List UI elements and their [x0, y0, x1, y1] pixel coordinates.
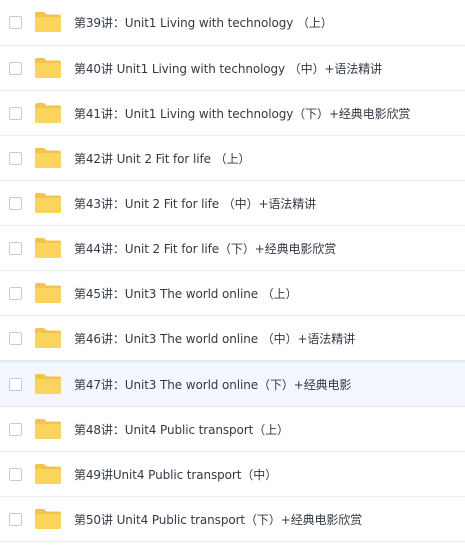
file-name[interactable]: 第43讲：Unit 2 Fit for life （中）+语法精讲	[74, 195, 316, 212]
file-row[interactable]: 第47讲：Unit3 The world online（下）+经典电影	[0, 361, 465, 407]
file-row[interactable]: 第46讲：Unit3 The world online （中）+语法精讲	[0, 316, 465, 361]
file-row[interactable]: 第41讲：Unit1 Living with technology（下）+经典电…	[0, 91, 465, 136]
file-name[interactable]: 第40讲 Unit1 Living with technology （中）+语法…	[74, 60, 382, 77]
file-list: 第39讲：Unit1 Living with technology （上） 第4…	[0, 0, 465, 542]
folder-icon	[35, 238, 61, 258]
checkbox-icon[interactable]	[9, 107, 22, 120]
folder-icon	[35, 419, 61, 439]
checkbox-icon[interactable]	[9, 513, 22, 526]
file-row[interactable]: 第49讲Unit4 Public transport（中）	[0, 452, 465, 497]
checkbox-icon[interactable]	[9, 287, 22, 300]
folder-icon	[35, 193, 61, 213]
checkbox-icon[interactable]	[9, 332, 22, 345]
file-name[interactable]: 第41讲：Unit1 Living with technology（下）+经典电…	[74, 105, 410, 122]
checkbox-icon[interactable]	[9, 197, 22, 210]
file-name[interactable]: 第45讲：Unit3 The world online （上）	[74, 285, 298, 302]
file-name[interactable]: 第50讲 Unit4 Public transport（下）+经典电影欣赏	[74, 511, 362, 528]
file-row[interactable]: 第44讲：Unit 2 Fit for life（下）+经典电影欣赏	[0, 226, 465, 271]
folder-icon	[35, 464, 61, 484]
checkbox-icon[interactable]	[9, 16, 22, 29]
file-row[interactable]: 第45讲：Unit3 The world online （上）	[0, 271, 465, 316]
file-row[interactable]: 第48讲：Unit4 Public transport（上）	[0, 407, 465, 452]
checkbox-icon[interactable]	[9, 468, 22, 481]
file-row[interactable]: 第50讲 Unit4 Public transport（下）+经典电影欣赏	[0, 497, 465, 542]
file-row[interactable]: 第39讲：Unit1 Living with technology （上）	[0, 0, 465, 46]
folder-icon	[35, 103, 61, 123]
file-row[interactable]: 第40讲 Unit1 Living with technology （中）+语法…	[0, 46, 465, 91]
folder-icon	[35, 12, 61, 32]
file-name[interactable]: 第39讲：Unit1 Living with technology （上）	[74, 14, 333, 31]
file-row[interactable]: 第43讲：Unit 2 Fit for life （中）+语法精讲	[0, 181, 465, 226]
folder-icon	[35, 509, 61, 529]
checkbox-icon[interactable]	[9, 242, 22, 255]
folder-icon	[35, 328, 61, 348]
file-name[interactable]: 第48讲：Unit4 Public transport（上）	[74, 421, 289, 438]
file-row[interactable]: 第42讲 Unit 2 Fit for life （上）	[0, 136, 465, 181]
file-name[interactable]: 第46讲：Unit3 The world online （中）+语法精讲	[74, 330, 355, 347]
checkbox-icon[interactable]	[9, 152, 22, 165]
checkbox-icon[interactable]	[9, 423, 22, 436]
checkbox-icon[interactable]	[9, 378, 22, 391]
folder-icon	[35, 283, 61, 303]
file-name[interactable]: 第42讲 Unit 2 Fit for life （上）	[74, 150, 250, 167]
file-name[interactable]: 第47讲：Unit3 The world online（下）+经典电影	[74, 376, 351, 393]
folder-icon	[35, 374, 61, 394]
file-name[interactable]: 第49讲Unit4 Public transport（中）	[74, 466, 277, 483]
folder-icon	[35, 148, 61, 168]
file-name[interactable]: 第44讲：Unit 2 Fit for life（下）+经典电影欣赏	[74, 240, 336, 257]
folder-icon	[35, 58, 61, 78]
checkbox-icon[interactable]	[9, 62, 22, 75]
